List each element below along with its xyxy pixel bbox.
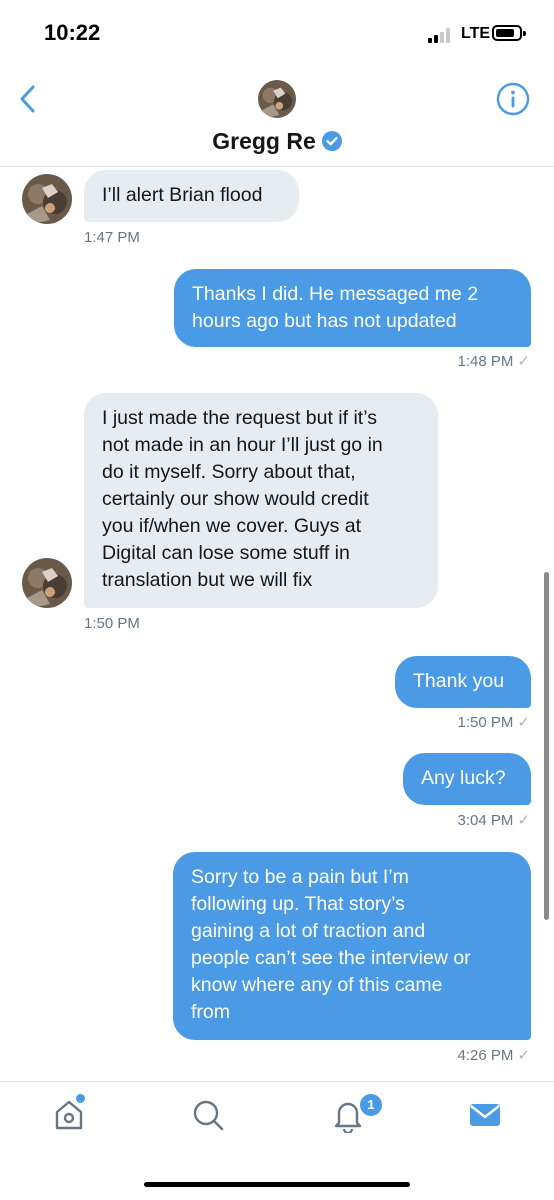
avatar[interactable] (22, 174, 72, 224)
message-timestamp: 3:04 PM ✓ (457, 812, 530, 829)
message-bubble[interactable]: Thank you (395, 656, 531, 708)
delivered-check-icon: ✓ (517, 1047, 530, 1064)
status-time: 10:22 (44, 20, 101, 45)
messages-icon[interactable] (467, 1097, 503, 1133)
scrollbar[interactable] (544, 572, 549, 920)
message-timestamp: 1:50 PM ✓ (457, 714, 530, 731)
conversation-title[interactable]: Gregg Re (0, 128, 554, 155)
message-timestamp: 4:26 PM ✓ (457, 1047, 530, 1064)
unread-dot (74, 1092, 87, 1105)
info-icon[interactable] (496, 82, 530, 116)
message-bubble[interactable]: Thanks I did. He messaged me 2 hours ago… (174, 269, 531, 347)
home-indicator[interactable] (144, 1182, 410, 1187)
message-bubble[interactable]: I’ll alert Brian flood (84, 170, 299, 222)
back-icon[interactable] (16, 82, 42, 116)
tab-bar-divider (0, 1081, 554, 1082)
delivered-check-icon: ✓ (517, 812, 530, 829)
message-timestamp: 1:50 PM (84, 615, 140, 632)
message-timestamp: 1:48 PM ✓ (457, 353, 530, 370)
network-label: LTE (461, 25, 491, 42)
delivered-check-icon: ✓ (517, 714, 530, 731)
avatar[interactable] (258, 80, 296, 118)
message-bubble[interactable]: Any luck? (403, 753, 531, 805)
contact-name: Gregg Re (212, 128, 316, 154)
verified-icon (321, 130, 342, 151)
battery-icon (492, 25, 526, 41)
message-bubble[interactable]: I just made the request but if it’s not … (84, 393, 438, 608)
signal-icon (428, 27, 454, 43)
search-icon[interactable] (190, 1097, 226, 1133)
notifications-badge: 1 (358, 1092, 384, 1118)
delivered-check-icon: ✓ (517, 353, 530, 370)
header-divider (0, 166, 554, 167)
avatar[interactable] (22, 558, 72, 608)
message-timestamp: 1:47 PM (84, 229, 140, 246)
message-bubble[interactable]: Sorry to be a pain but I’m following up.… (173, 852, 531, 1040)
